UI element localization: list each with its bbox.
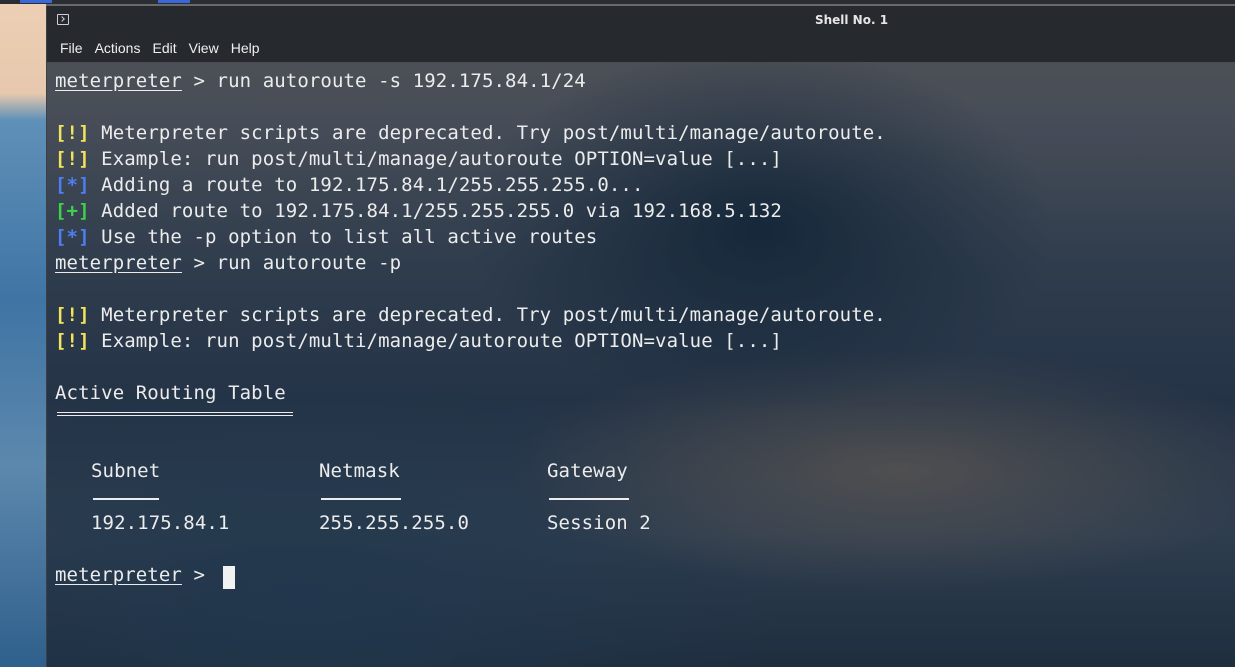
- column-header-subnet: Subnet: [91, 460, 161, 482]
- menu-edit[interactable]: Edit: [152, 40, 176, 56]
- info-tag: [*]: [55, 174, 90, 196]
- warning-tag: [!]: [55, 304, 90, 326]
- prompt-label: meterpreter: [55, 70, 182, 92]
- menu-actions[interactable]: Actions: [95, 40, 141, 56]
- table-cell-netmask: 255.255.255.0: [319, 512, 470, 534]
- prompt-label: meterpreter: [55, 564, 182, 586]
- table-title: Active Routing Table: [55, 382, 286, 404]
- output-text: Use the -p option to list all active rou…: [89, 226, 598, 248]
- output-text: Meterpreter scripts are deprecated. Try …: [89, 122, 886, 144]
- output-text: Adding a route to 192.175.84.1/255.255.2…: [89, 174, 644, 196]
- column-underline: [321, 498, 401, 500]
- info-tag: [*]: [55, 226, 90, 248]
- column-header-netmask: Netmask: [319, 460, 400, 482]
- output-line: [!] Meterpreter scripts are deprecated. …: [55, 304, 886, 326]
- taskbar-strip: [0, 0, 1235, 4]
- title-bar[interactable]: Shell No. 1: [47, 6, 1235, 36]
- menu-bar: File Actions Edit View Help: [47, 36, 1235, 62]
- column-underline: [549, 498, 629, 500]
- success-tag: [+]: [55, 200, 90, 222]
- table-cell-subnet: 192.175.84.1: [91, 512, 230, 534]
- text-cursor: [223, 566, 235, 589]
- command-line-1: meterpreter > run autoroute -s 192.175.8…: [55, 70, 586, 92]
- terminal-window: Shell No. 1 File Actions Edit View Help mete…: [46, 6, 1235, 667]
- output-text: Meterpreter scripts are deprecated. Try …: [89, 304, 886, 326]
- menu-file[interactable]: File: [60, 40, 83, 56]
- terminal-output[interactable]: meterpreter > run autoroute -s 192.175.8…: [47, 62, 1235, 667]
- output-line: [*] Use the -p option to list all active…: [55, 226, 597, 248]
- output-line: [*] Adding a route to 192.175.84.1/255.2…: [55, 174, 644, 196]
- command-text: > run autoroute -p: [181, 252, 402, 274]
- command-line-current: meterpreter >: [55, 564, 217, 586]
- command-line-2: meterpreter > run autoroute -p: [55, 252, 401, 274]
- column-header-gateway: Gateway: [547, 460, 628, 482]
- output-text: Example: run post/multi/manage/autoroute…: [89, 330, 782, 352]
- menu-view[interactable]: View: [189, 40, 219, 56]
- output-line: [!] Example: run post/multi/manage/autor…: [55, 330, 782, 352]
- warning-tag: [!]: [55, 330, 90, 352]
- column-underline: [93, 498, 159, 500]
- taskbar-indicator: [20, 0, 52, 3]
- command-text: > run autoroute -s 192.175.84.1/24: [181, 70, 586, 92]
- output-line: [!] Example: run post/multi/manage/autor…: [55, 148, 782, 170]
- menu-help[interactable]: Help: [231, 40, 260, 56]
- table-title-underline: [57, 412, 293, 416]
- output-text: Added route to 192.175.84.1/255.255.255.…: [89, 200, 782, 222]
- desktop-wallpaper-edge: [0, 0, 46, 667]
- taskbar-indicator: [158, 0, 190, 3]
- table-cell-gateway: Session 2: [547, 512, 651, 534]
- output-text: Example: run post/multi/manage/autoroute…: [89, 148, 782, 170]
- prompt-label: meterpreter: [55, 252, 182, 274]
- output-line: [+] Added route to 192.175.84.1/255.255.…: [55, 200, 782, 222]
- output-line: [!] Meterpreter scripts are deprecated. …: [55, 122, 886, 144]
- warning-tag: [!]: [55, 122, 90, 144]
- prompt-suffix: >: [181, 564, 217, 586]
- window-title: Shell No. 1: [814, 13, 889, 27]
- warning-tag: [!]: [55, 148, 90, 170]
